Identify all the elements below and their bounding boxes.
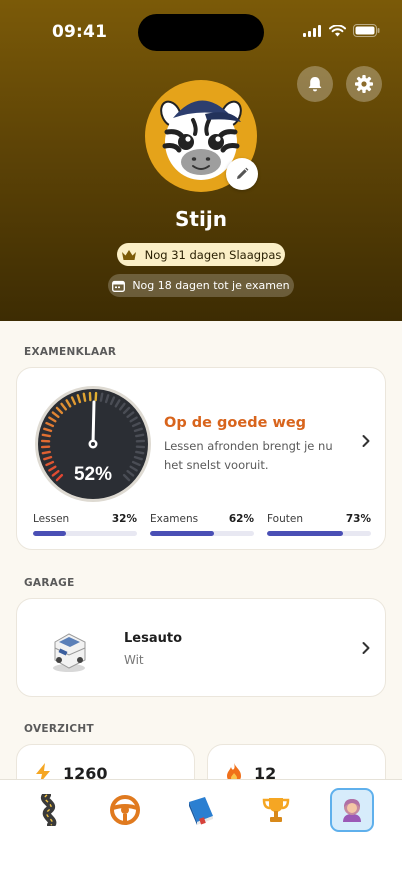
readiness-title: Op de goede weg [164,415,307,431]
gear-icon [355,75,373,93]
profile-name: Stijn [175,207,227,231]
exam-readiness-card[interactable]: 52% Op de goede weg Lessen afronden bren… [16,367,386,550]
chevron-right-icon [362,435,370,447]
system-icons [303,24,380,37]
tab-bar [0,779,402,874]
notifications-button[interactable] [297,66,333,102]
status-time: 09:41 [52,22,108,42]
progress-bar [33,531,137,536]
stat-percent: 32% [111,513,137,525]
section-label-overzicht: OVERZICHT [24,723,94,735]
bell-icon [308,77,322,92]
stat-label: Fouten [267,513,303,525]
tab-steering[interactable] [103,788,147,832]
edit-avatar-button[interactable] [226,158,258,190]
stat-label: Lessen [33,513,70,525]
dynamic-island [138,14,264,51]
gauge-tick [41,433,51,438]
progress-fill [267,531,343,536]
calendar-icon [112,280,126,292]
gauge-tick [82,392,87,402]
gauge-tick [99,392,104,402]
stat-fouten: Fouten 73% [267,513,371,536]
tab-road[interactable] [28,788,72,832]
chevron-right-icon [362,642,370,654]
road-icon [41,794,57,826]
tab-book[interactable] [179,788,223,832]
gauge-percent: 52% [74,464,112,485]
exam-countdown-text: Nog 18 dagen tot je examen [132,279,290,292]
book-icon [189,797,213,825]
gauge-tick [135,433,145,438]
progress-bar [150,531,254,536]
car-color: Wit [124,653,144,667]
stat-lessen: Lessen 32% [33,513,137,536]
profile-header: 09:41 Stijn Nog 31 dagen Slaagpas Nog 18… [0,0,402,321]
section-label-garage: GARAGE [24,577,75,589]
status-bar: 09:41 [0,0,402,62]
slaagpas-badge[interactable]: Nog 31 dagen Slaagpas [117,243,285,266]
stat-examens: Examens 62% [150,513,254,536]
gauge-tick [135,450,145,455]
steering-wheel-icon [110,795,140,825]
progress-fill [33,531,67,536]
exam-countdown-badge[interactable]: Nog 18 dagen tot je examen [108,274,294,297]
tab-profile[interactable] [330,788,374,832]
progress-bar [267,531,371,536]
gauge-tick [41,450,51,455]
stat-percent: 73% [345,513,371,525]
readiness-stats: Lessen 32% Examens 62% Fouten 73% [33,513,371,536]
section-label-examenklaar: EXAMENKLAAR [24,346,117,358]
pencil-icon [237,167,249,179]
wifi-icon [329,24,346,36]
settings-button[interactable] [346,66,382,102]
car-name: Lesauto [124,631,183,646]
battery-icon [353,24,380,37]
trophy-icon [262,798,290,822]
slaagpas-text: Nog 31 dagen Slaagpas [144,247,282,262]
readiness-gauge: 52% [35,386,151,502]
readiness-description: Lessen afronden brengt je nu het snelst … [164,439,333,472]
car-icon [53,633,86,672]
signal-icon [303,24,321,37]
tab-trophy[interactable] [254,788,298,832]
crown-icon [121,249,136,260]
stat-percent: 62% [228,513,254,525]
progress-fill [150,531,215,536]
profile-avatar-icon [343,799,361,822]
garage-car-card[interactable]: Lesauto Wit [16,598,386,697]
stat-label: Examens [150,513,199,525]
